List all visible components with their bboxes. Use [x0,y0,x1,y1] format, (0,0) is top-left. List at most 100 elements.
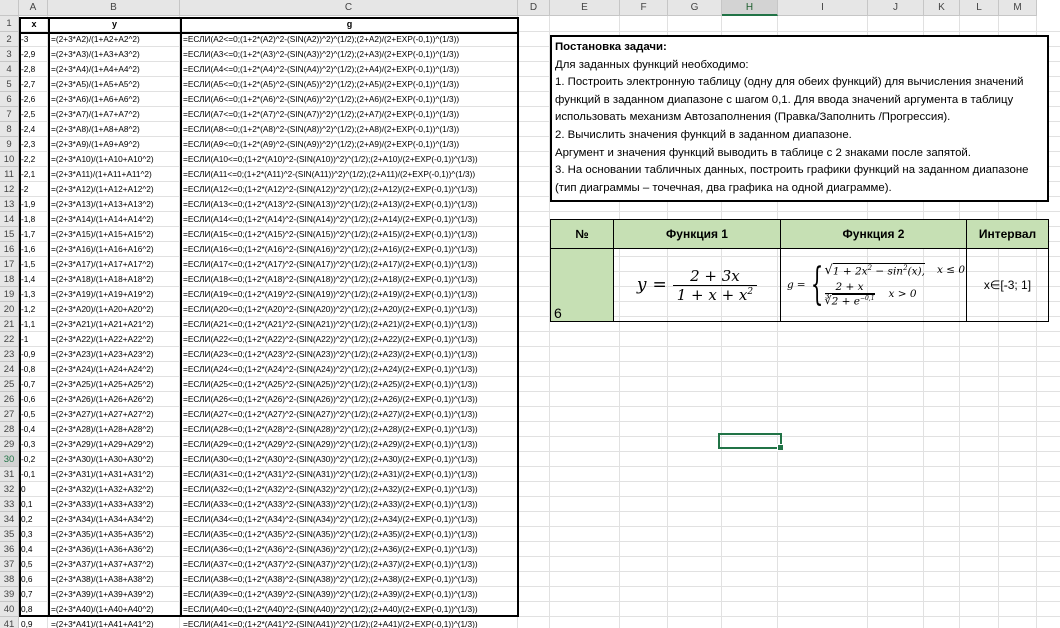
column-header-h[interactable]: H [722,0,778,16]
row-header-23[interactable]: 23 [0,347,19,362]
row-header-5[interactable]: 5 [0,77,19,92]
cell-y-formula[interactable]: =(2+3*A3)/(1+A3+A3^2) [51,47,179,62]
cell-y-formula[interactable]: =(2+3*A24)/(1+A24+A24^2) [51,362,179,377]
column-header-c[interactable]: C [180,0,518,16]
cell-g-formula[interactable]: =ЕСЛИ(A3<=0;(1+2*(A3)^2-(SIN(A3))^2)^(1/… [183,47,517,62]
cell-g-formula[interactable]: =ЕСЛИ(A38<=0;(1+2*(A38)^2-(SIN(A38))^2)^… [183,572,517,587]
row-header-10[interactable]: 10 [0,152,19,167]
cell-g-formula[interactable]: =ЕСЛИ(A16<=0;(1+2*(A16)^2-(SIN(A16))^2)^… [183,242,517,257]
cell-x[interactable]: 0,4 [21,542,48,557]
header-y[interactable]: y [49,17,180,32]
cell-x[interactable]: 0,6 [21,572,48,587]
row-header-30[interactable]: 30 [0,452,19,467]
row-header-21[interactable]: 21 [0,317,19,332]
cell-y-formula[interactable]: =(2+3*A7)/(1+A7+A7^2) [51,107,179,122]
cell-y-formula[interactable]: =(2+3*A5)/(1+A5+A5^2) [51,77,179,92]
cell-y-formula[interactable]: =(2+3*A18)/(1+A18+A18^2) [51,272,179,287]
cell-g-formula[interactable]: =ЕСЛИ(A14<=0;(1+2*(A14)^2-(SIN(A14))^2)^… [183,212,517,227]
cell-y-formula[interactable]: =(2+3*A16)/(1+A16+A16^2) [51,242,179,257]
row-header-38[interactable]: 38 [0,572,19,587]
cell-y-formula[interactable]: =(2+3*A6)/(1+A6+A6^2) [51,92,179,107]
function1-formula[interactable]: y = 2 + 3x 1 + x + x2 [613,248,781,322]
column-header-e[interactable]: E [550,0,620,16]
cell-x[interactable]: -3 [21,32,48,47]
row-header-1[interactable]: 1 [0,16,19,32]
cell-y-formula[interactable]: =(2+3*A35)/(1+A35+A35^2) [51,527,179,542]
cell-x[interactable]: -1,5 [21,257,48,272]
cell-x[interactable]: -2,4 [21,122,48,137]
row-header-20[interactable]: 20 [0,302,19,317]
cell-y-formula[interactable]: =(2+3*A41)/(1+A41+A41^2) [51,617,179,628]
cell-x[interactable]: -2,9 [21,47,48,62]
cell-y-formula[interactable]: =(2+3*A25)/(1+A25+A25^2) [51,377,179,392]
row-header-29[interactable]: 29 [0,437,19,452]
cell-g-formula[interactable]: =ЕСЛИ(A24<=0;(1+2*(A24)^2-(SIN(A24))^2)^… [183,362,517,377]
cell-x[interactable]: 0,5 [21,557,48,572]
cell-g-formula[interactable]: =ЕСЛИ(A19<=0;(1+2*(A19)^2-(SIN(A19))^2)^… [183,287,517,302]
cell-y-formula[interactable]: =(2+3*A15)/(1+A15+A15^2) [51,227,179,242]
cell-g-formula[interactable]: =ЕСЛИ(A21<=0;(1+2*(A21)^2-(SIN(A21))^2)^… [183,317,517,332]
cell-x[interactable]: -2,5 [21,107,48,122]
cell-x[interactable]: -0,1 [21,467,48,482]
cell-x[interactable]: -0,4 [21,422,48,437]
cell-g-formula[interactable]: =ЕСЛИ(A26<=0;(1+2*(A26)^2-(SIN(A26))^2)^… [183,392,517,407]
cell-g-formula[interactable]: =ЕСЛИ(A36<=0;(1+2*(A36)^2-(SIN(A36))^2)^… [183,542,517,557]
cell-g-formula[interactable]: =ЕСЛИ(A37<=0;(1+2*(A37)^2-(SIN(A37))^2)^… [183,557,517,572]
cell-x[interactable]: -2,8 [21,62,48,77]
cell-x[interactable]: -1,1 [21,317,48,332]
cell-x[interactable]: -0,6 [21,392,48,407]
cell-y-formula[interactable]: =(2+3*A19)/(1+A19+A19^2) [51,287,179,302]
cell-x[interactable]: -2,3 [21,137,48,152]
row-header-26[interactable]: 26 [0,392,19,407]
cell-x[interactable]: 0,8 [21,602,48,617]
column-header-k[interactable]: K [924,0,960,16]
row-header-2[interactable]: 2 [0,32,19,47]
cell-y-formula[interactable]: =(2+3*A2)/(1+A2+A2^2) [51,32,179,47]
column-header-l[interactable]: L [960,0,999,16]
cell-x[interactable]: -0,3 [21,437,48,452]
cell-x[interactable]: -1,8 [21,212,48,227]
cell-y-formula[interactable]: =(2+3*A9)/(1+A9+A9^2) [51,137,179,152]
cell-g-formula[interactable]: =ЕСЛИ(A5<=0;(1+2*(A5)^2-(SIN(A5))^2)^(1/… [183,77,517,92]
cell-y-formula[interactable]: =(2+3*A17)/(1+A17+A17^2) [51,257,179,272]
task-description-box[interactable]: Постановка задачи: Для заданных функций … [550,35,1049,202]
cell-y-formula[interactable]: =(2+3*A8)/(1+A8+A8^2) [51,122,179,137]
cell-y-formula[interactable]: =(2+3*A14)/(1+A14+A14^2) [51,212,179,227]
column-header-i[interactable]: I [778,0,868,16]
row-header-17[interactable]: 17 [0,257,19,272]
row-header-41[interactable]: 41 [0,617,19,628]
cell-x[interactable]: 0,7 [21,587,48,602]
cell-y-formula[interactable]: =(2+3*A4)/(1+A4+A4^2) [51,62,179,77]
cell-x[interactable]: 0,3 [21,527,48,542]
cell-x[interactable]: 0,9 [21,617,48,628]
cell-x[interactable]: -2,7 [21,77,48,92]
cell-g-formula[interactable]: =ЕСЛИ(A27<=0;(1+2*(A27)^2-(SIN(A27))^2)^… [183,407,517,422]
row-header-14[interactable]: 14 [0,212,19,227]
cell-g-formula[interactable]: =ЕСЛИ(A39<=0;(1+2*(A39)^2-(SIN(A39))^2)^… [183,587,517,602]
row-header-37[interactable]: 37 [0,557,19,572]
cell-g-formula[interactable]: =ЕСЛИ(A7<=0;(1+2*(A7)^2-(SIN(A7))^2)^(1/… [183,107,517,122]
cell-g-formula[interactable]: =ЕСЛИ(A10<=0;(1+2*(A10)^2-(SIN(A10))^2)^… [183,152,517,167]
cell-x[interactable]: 0,1 [21,497,48,512]
row-header-40[interactable]: 40 [0,602,19,617]
cell-x[interactable]: -1,7 [21,227,48,242]
cell-g-formula[interactable]: =ЕСЛИ(A17<=0;(1+2*(A17)^2-(SIN(A17))^2)^… [183,257,517,272]
cell-y-formula[interactable]: =(2+3*A37)/(1+A37+A37^2) [51,557,179,572]
variant-interval[interactable]: x∈[-3; 1] [966,248,1049,322]
cell-g-formula[interactable]: =ЕСЛИ(A29<=0;(1+2*(A29)^2-(SIN(A29))^2)^… [183,437,517,452]
row-header-15[interactable]: 15 [0,227,19,242]
cell-g-formula[interactable]: =ЕСЛИ(A8<=0;(1+2*(A8)^2-(SIN(A8))^2)^(1/… [183,122,517,137]
column-header-f[interactable]: F [620,0,668,16]
cell-y-formula[interactable]: =(2+3*A33)/(1+A33+A33^2) [51,497,179,512]
row-header-7[interactable]: 7 [0,107,19,122]
cell-g-formula[interactable]: =ЕСЛИ(A4<=0;(1+2*(A4)^2-(SIN(A4))^2)^(1/… [183,62,517,77]
function2-formula[interactable]: g = { √ 1 + 2x2 − sin2(x), x ≤ 0 2 + x ∛… [780,248,967,322]
cell-y-formula[interactable]: =(2+3*A39)/(1+A39+A39^2) [51,587,179,602]
cell-g-formula[interactable]: =ЕСЛИ(A33<=0;(1+2*(A33)^2-(SIN(A33))^2)^… [183,497,517,512]
row-header-28[interactable]: 28 [0,422,19,437]
column-header-g[interactable]: G [668,0,722,16]
cell-x[interactable]: -0,2 [21,452,48,467]
column-header-m[interactable]: M [999,0,1037,16]
cell-g-formula[interactable]: =ЕСЛИ(A35<=0;(1+2*(A35)^2-(SIN(A35))^2)^… [183,527,517,542]
cell-g-formula[interactable]: =ЕСЛИ(A22<=0;(1+2*(A22)^2-(SIN(A22))^2)^… [183,332,517,347]
